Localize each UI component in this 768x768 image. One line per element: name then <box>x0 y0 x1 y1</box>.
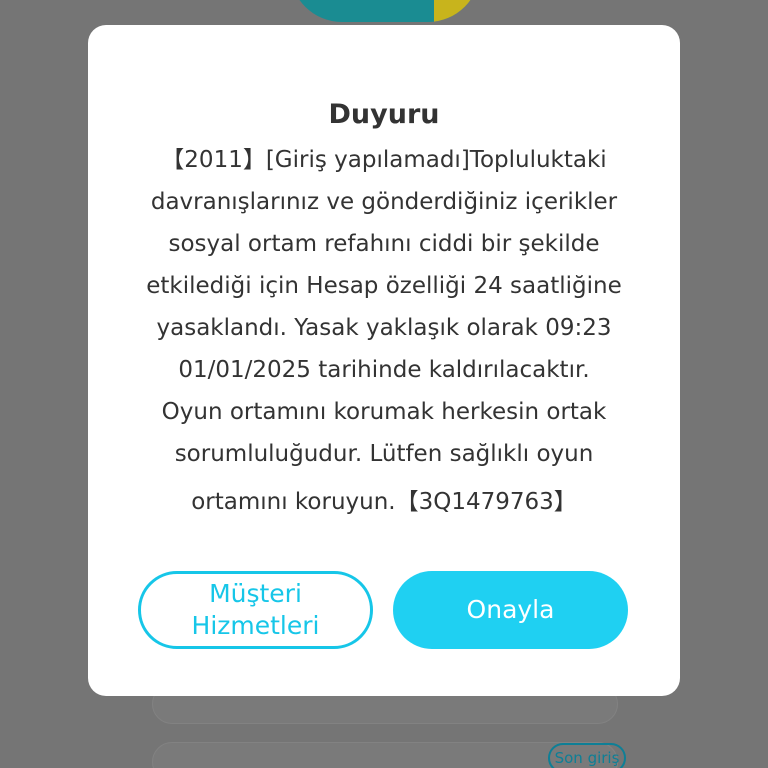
background-mascot <box>290 0 480 22</box>
message-line: sorumluluğudur. Lütfen sağlıklı oyun <box>174 441 594 467</box>
last-login-badge: Son giriş <box>548 743 626 768</box>
message-line: yasaklandı. Yasak yaklaşık olarak 09:23 <box>156 315 612 341</box>
customer-service-button-label: Müşteri Hizmetleri <box>191 579 320 640</box>
message-line: sosyal ortam refahını ciddi bir şekilde <box>168 231 600 257</box>
confirm-button[interactable]: Onayla <box>393 571 628 649</box>
announcement-dialog: Duyuru 【2011】[Giriş yapılamadı]Toplulukt… <box>88 25 680 696</box>
message-line: davranışlarınız ve gönderdiğiniz içerikl… <box>150 189 618 215</box>
confirm-button-label: Onayla <box>466 595 555 624</box>
dialog-message: 【2011】[Giriş yapılamadı]Topluluktaki dav… <box>128 139 640 523</box>
message-line: 01/01/2025 tarihinde kaldırılacaktır. <box>178 357 590 383</box>
message-line: ortamını koruyun.【3Q1479763】 <box>191 489 577 515</box>
message-line: 【2011】[Giriş yapılamadı]Topluluktaki <box>161 147 607 173</box>
message-line: etkilediği için Hesap özelliği 24 saatli… <box>146 273 622 299</box>
customer-service-button[interactable]: Müşteri Hizmetleri <box>138 571 373 649</box>
dialog-title: Duyuru <box>328 99 440 130</box>
message-line: Oyun ortamını korumak herkesin ortak <box>161 399 607 425</box>
